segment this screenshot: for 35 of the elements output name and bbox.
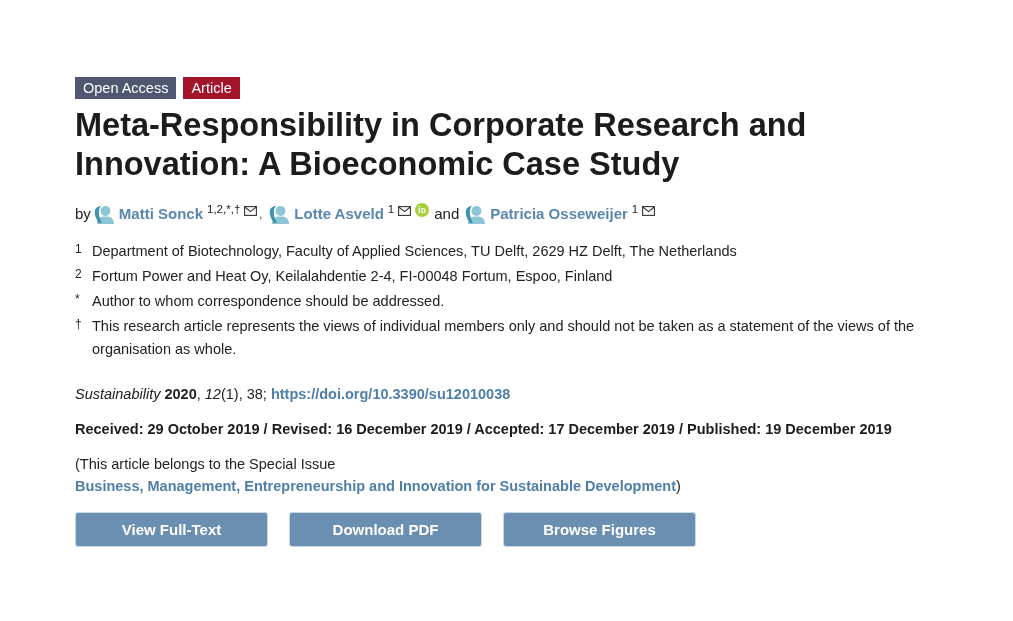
publication-dates: Received: 29 October 2019 / Revised: 16 December 2019 / Accepted: 17 December 2019 / Published: 19 December 2019 <box>75 420 893 439</box>
affiliation-marks: 1 <box>387 203 395 215</box>
special-issue-text: (This article belongs to the Special Issue <box>75 456 336 472</box>
email-icon[interactable] <box>642 206 656 216</box>
author-link[interactable]: Matti Sonck <box>118 202 204 226</box>
byline-prefix: by <box>75 204 91 224</box>
article-title: Meta-Responsibility in Corporate Research and Innovation: A Bioeconomic Case Study <box>75 106 808 184</box>
action-button[interactable]: Download PDF <box>289 512 482 547</box>
email-icon[interactable] <box>244 206 258 216</box>
special-issue-link[interactable]: Business, Management, Entrepreneurship and Innovation for Sustainable Development <box>75 478 677 494</box>
author-link[interactable]: Lotte Asveld <box>294 202 384 226</box>
access-badge: Open Access <box>75 77 177 99</box>
author-avatar-icon <box>465 204 486 224</box>
action-button[interactable]: View Full-Text <box>75 512 268 547</box>
footnote-mark: 2 <box>75 266 83 283</box>
citation-text: Sustainability 2020, 12(1), 38; <box>75 386 267 402</box>
special-issue-text: ) <box>676 478 681 494</box>
affiliation-text: Fortum Power and Heat Oy, Keilalahdentie 2-4, FI-00048 Fortum, Espoo, Finland <box>92 267 614 286</box>
footnote-mark: † <box>75 316 83 333</box>
author-link[interactable]: Patricia Osseweijer <box>490 202 628 226</box>
author-separator: , <box>259 207 263 222</box>
article-type-badge: Article <box>183 77 240 99</box>
author-avatar-icon <box>269 204 290 224</box>
footnote-mark: 1 <box>75 241 83 258</box>
affiliation-marks: 1,2,*,† <box>207 203 241 215</box>
affiliation-text: Author to whom correspondence should be addressed. <box>92 292 446 311</box>
author-avatar-icon <box>93 204 114 224</box>
affiliation-marks: 1 <box>631 203 639 215</box>
affiliation-text: This research article represents the views of individual members only and should not be taken as a statement of the views of the organisation as whole. <box>92 317 916 359</box>
author-separator: and <box>434 204 460 224</box>
footnote-mark: * <box>75 291 81 308</box>
action-button[interactable]: Browse Figures <box>503 512 696 547</box>
doi-link[interactable]: https://doi.org/10.3390/su12010038 <box>270 386 511 402</box>
affiliation-text: Department of Biotechnology, Faculty of Applied Sciences, TU Delft, 2629 HZ Delft, The Netherlands <box>92 242 738 261</box>
email-icon[interactable] <box>398 206 412 216</box>
